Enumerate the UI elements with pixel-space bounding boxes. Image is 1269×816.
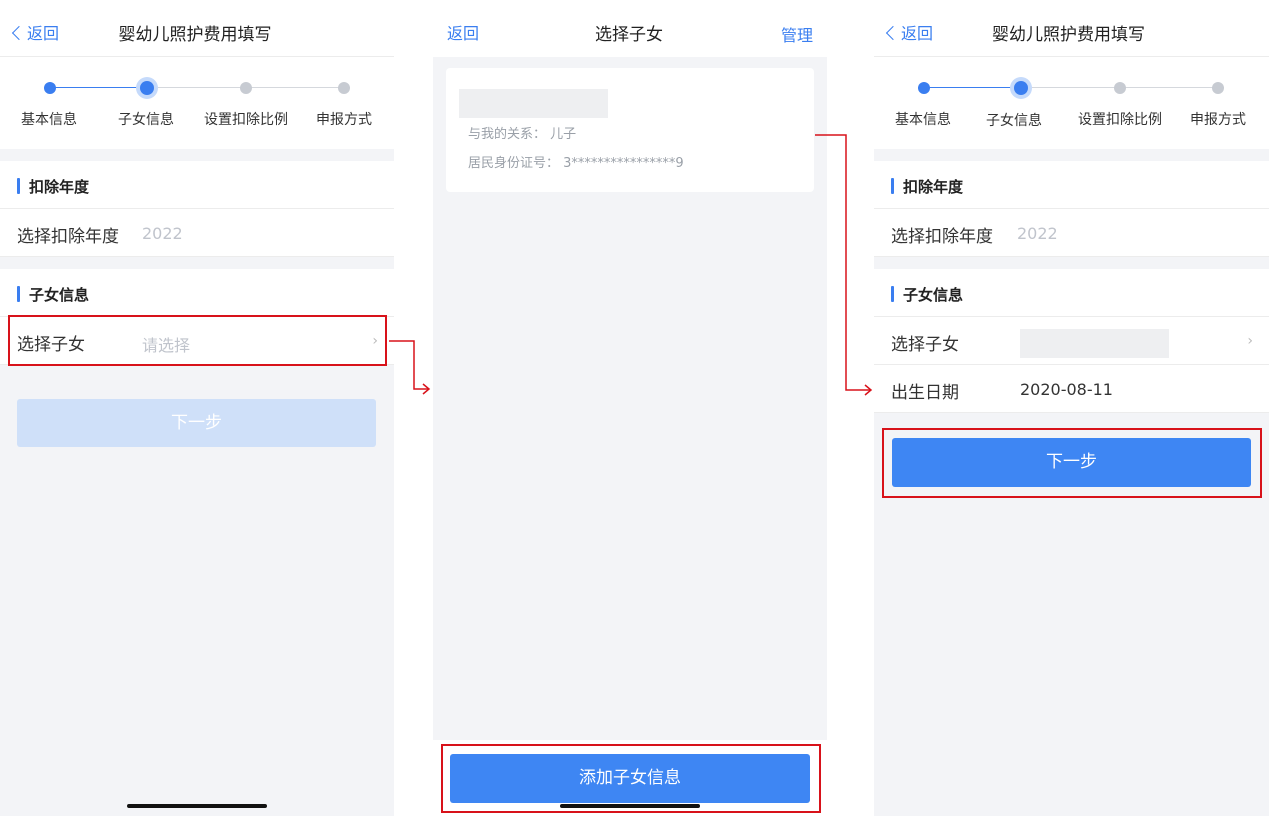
arrow-right-icon bbox=[815, 134, 873, 396]
connector-arrows bbox=[389, 134, 873, 396]
arrow-right-icon bbox=[389, 340, 431, 395]
